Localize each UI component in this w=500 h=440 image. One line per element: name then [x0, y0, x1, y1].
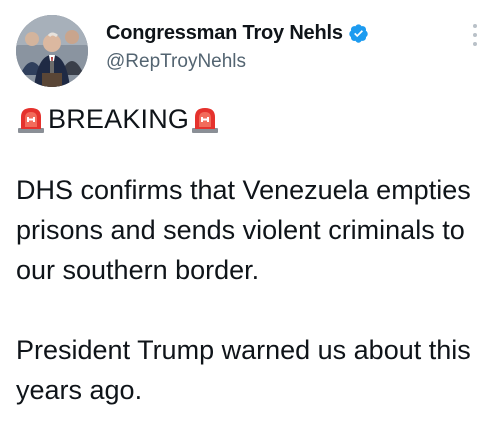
author-info: Congressman Troy Nehls @RepTroyNehls — [106, 22, 369, 73]
more-options-icon[interactable] — [470, 24, 480, 46]
more-dot — [473, 24, 477, 28]
police-car-light-icon — [16, 105, 46, 133]
author-display-name[interactable]: Congressman Troy Nehls — [106, 22, 343, 45]
more-dot — [473, 42, 477, 46]
author-name-row: Congressman Troy Nehls — [106, 22, 369, 45]
verified-badge-icon — [348, 23, 369, 44]
police-car-light-icon — [190, 105, 220, 133]
tweet-header: Congressman Troy Nehls @RepTroyNehls — [16, 12, 484, 90]
tweet-paragraph-2: President Trump warned us about this yea… — [16, 335, 471, 405]
headline-text: BREAKING — [48, 104, 190, 134]
breaking-headline: BREAKING — [16, 104, 484, 134]
avatar-photo-icon — [16, 15, 88, 87]
avatar[interactable] — [16, 15, 88, 87]
tweet-paragraph-1: DHS confirms that Venezuela empties pris… — [16, 175, 471, 285]
tweet-card: Congressman Troy Nehls @RepTroyNehls BRE… — [0, 0, 500, 440]
author-handle[interactable]: @RepTroyNehls — [106, 51, 369, 73]
more-dot — [473, 33, 477, 37]
